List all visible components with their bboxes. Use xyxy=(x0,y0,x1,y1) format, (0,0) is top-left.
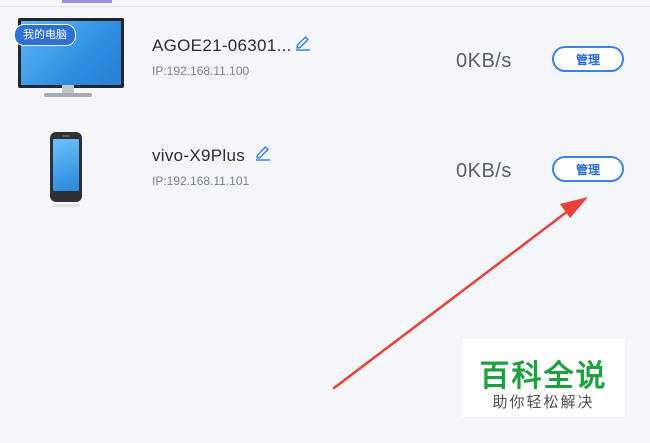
my-computer-badge: 我的电脑 xyxy=(14,24,76,46)
top-divider xyxy=(0,6,650,7)
watermark: 百科全说 助你轻松解决 xyxy=(462,339,625,417)
monitor-base xyxy=(44,93,92,97)
transfer-speed: 0KB/s xyxy=(456,50,512,72)
device-ip: IP:192.168.11.100 xyxy=(152,64,250,78)
manage-button[interactable]: 管理 xyxy=(552,46,624,72)
edit-pencil-icon[interactable] xyxy=(294,34,312,52)
watermark-subtitle: 助你轻松解决 xyxy=(492,394,595,411)
phone-icon xyxy=(14,122,122,222)
phone-screen xyxy=(53,139,79,191)
device-name: AGOE21-06301... xyxy=(152,36,292,55)
device-ip: IP:192.168.11.101 xyxy=(152,174,250,188)
edit-pencil-icon[interactable] xyxy=(254,144,272,162)
transfer-speed: 0KB/s xyxy=(456,160,512,182)
top-accent-bar xyxy=(62,0,112,3)
monitor-neck xyxy=(62,85,74,93)
phone-shadow xyxy=(52,204,80,207)
manage-button[interactable]: 管理 xyxy=(552,156,624,182)
monitor-icon: 我的电脑 xyxy=(14,12,124,112)
device-name: vivo-X9Plus xyxy=(152,146,246,165)
phone-speaker xyxy=(62,135,70,137)
device-row-pc[interactable]: 我的电脑 AGOE21-06301... IP:192.168.11.100 0… xyxy=(0,12,650,112)
phone-body xyxy=(50,132,82,202)
device-row-phone[interactable]: vivo-X9Plus IP:192.168.11.101 0KB/s 管理 xyxy=(0,122,650,222)
watermark-title: 百科全说 xyxy=(479,360,608,393)
